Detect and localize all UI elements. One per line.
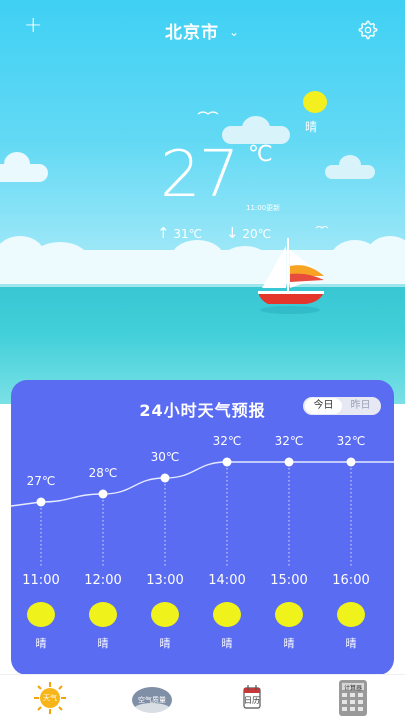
hour-condition: 晴 <box>35 637 47 650</box>
tab-calendar-label: 日历 <box>244 696 260 705</box>
hour-condition: 晴 <box>345 637 357 650</box>
temperature-point <box>98 489 108 499</box>
hour-temperature: 27℃ <box>26 474 56 488</box>
sailboat-icon <box>258 238 324 314</box>
low-temperature-value: 20℃ <box>242 227 272 241</box>
tab-weather-label: 天气 <box>43 694 57 702</box>
temperature-point <box>36 497 46 507</box>
hour-temperature: 32℃ <box>336 434 366 448</box>
hour-temperature: 28℃ <box>88 466 118 480</box>
hour-condition: 晴 <box>221 637 233 650</box>
hour-temperature: 32℃ <box>274 434 304 448</box>
temperature-point <box>160 473 170 483</box>
sun-icon <box>303 91 327 113</box>
arrow-up-icon: ↑ <box>157 224 170 242</box>
cloud-left <box>0 150 48 182</box>
hour-time: 12:00 <box>84 573 122 588</box>
hour-condition: 晴 <box>97 637 109 650</box>
temperature-point <box>346 457 356 467</box>
chevron-down-icon: ⌄ <box>228 25 241 39</box>
high-temperature: ↑ 31℃ <box>157 224 202 242</box>
birds-icon-small <box>315 226 329 229</box>
temperature-line-chart <box>11 457 394 568</box>
horizon-line <box>0 284 405 287</box>
hour-time: 11:00 <box>22 573 60 588</box>
low-temperature: ↓ 20℃ <box>226 224 271 242</box>
tab-calculator-label: 计算器 <box>343 685 362 692</box>
update-time: 11:00更新 <box>246 204 281 212</box>
bottom-tab-bar: 天气 空气质量 日历 计算器 <box>0 674 405 721</box>
cloud-band <box>0 236 405 290</box>
current-temperature: 27 <box>160 138 239 212</box>
hour-temperature: 30℃ <box>150 450 180 464</box>
arrow-down-icon: ↓ <box>226 224 239 242</box>
tab-weather[interactable]: 天气 <box>30 679 70 717</box>
hour-time: 14:00 <box>208 573 246 588</box>
high-temperature-value: 31℃ <box>173 227 203 241</box>
tab-calendar[interactable]: 日历 <box>234 679 270 717</box>
top-bar: + 北京市 ⌄ <box>0 0 405 56</box>
city-selector[interactable]: 北京市 ⌄ <box>0 18 405 43</box>
cloud-right <box>325 155 375 179</box>
sun-icon <box>337 602 365 627</box>
sun-icon <box>275 602 303 627</box>
city-name: 北京市 <box>164 23 219 43</box>
hour-condition: 晴 <box>159 637 171 650</box>
sun-icon <box>89 602 117 627</box>
hourly-forecast-panel: 24小时天气预报 今日 昨日 27℃ 11:00 晴 28℃ 12:00 晴 30℃ 13:0… <box>11 380 394 675</box>
temperature-point <box>222 457 232 467</box>
gear-icon[interactable] <box>358 20 378 40</box>
tab-air-quality-label: 空气质量 <box>138 696 166 704</box>
sun-icon <box>151 602 179 627</box>
hour-time: 13:00 <box>146 573 184 588</box>
hour-time: 15:00 <box>270 573 308 588</box>
hour-temperature: 32℃ <box>212 434 242 448</box>
hour-condition: 晴 <box>283 637 295 650</box>
sun-icon <box>213 602 241 627</box>
current-condition: 晴 <box>305 120 318 134</box>
temperature-point <box>284 457 294 467</box>
tab-calculator[interactable]: 计算器 <box>336 679 370 717</box>
birds-icon <box>197 111 219 115</box>
temperature-curve <box>11 461 394 507</box>
tab-air-quality[interactable]: 空气质量 <box>131 679 173 717</box>
temperature-unit: ℃ <box>248 142 273 167</box>
sun-icon <box>27 602 55 627</box>
hour-time: 16:00 <box>332 573 370 588</box>
